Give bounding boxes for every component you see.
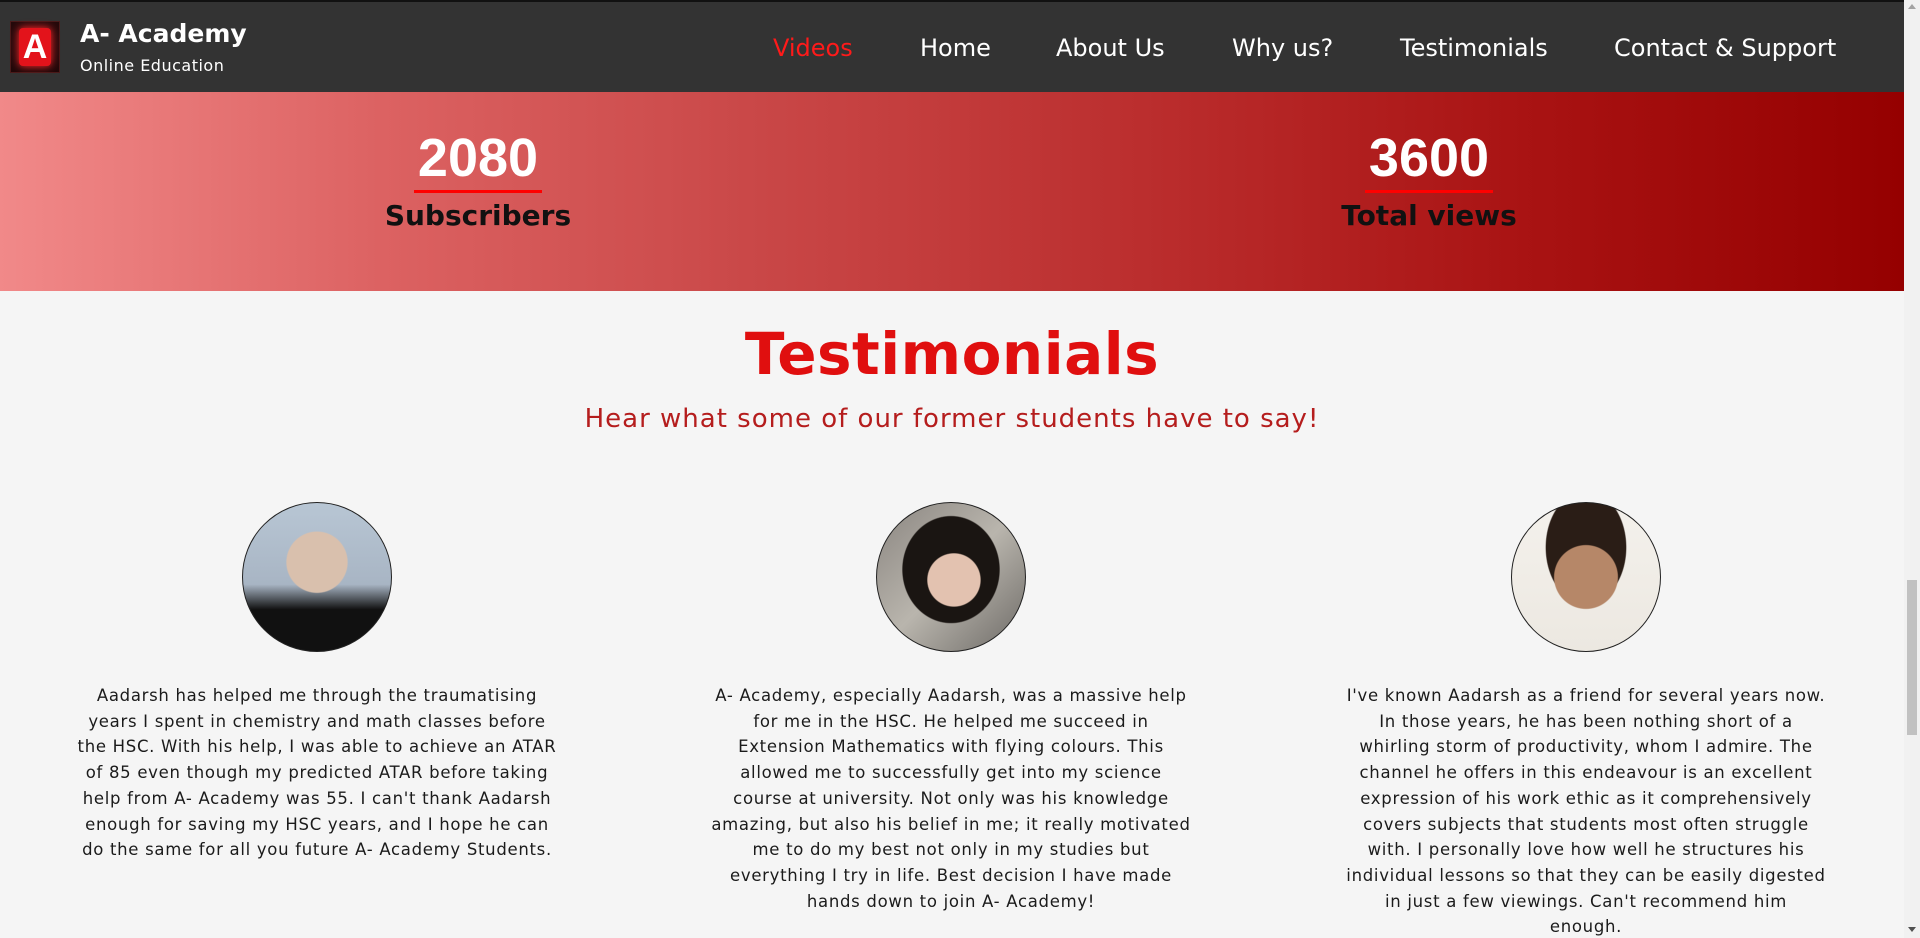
- nav-about-us[interactable]: About Us: [1056, 34, 1165, 62]
- student-avatar-2: [876, 502, 1026, 652]
- testimonial-quote-2: A- Academy, especially Aadarsh, was a ma…: [711, 686, 1191, 911]
- nav-why-us[interactable]: Why us?: [1232, 34, 1333, 62]
- nav-contact-support[interactable]: Contact & Support: [1614, 34, 1836, 62]
- student-avatar-1: [242, 502, 392, 652]
- stat-value: 2080: [417, 128, 539, 188]
- stat-underline: [1365, 190, 1493, 193]
- scroll-thumb[interactable]: [1907, 580, 1917, 735]
- brand-logo[interactable]: A: [10, 21, 60, 73]
- testimonial-quote-1: Aadarsh has helped me through the trauma…: [77, 686, 557, 860]
- nav-home[interactable]: Home: [920, 34, 991, 62]
- stat-label: Total views: [1341, 199, 1517, 232]
- stat-subscribers: 2080 Subscribers: [328, 92, 628, 232]
- stat-underline: [414, 190, 542, 193]
- stat-total-views: 3600 Total views: [1279, 92, 1579, 232]
- brand-title[interactable]: A- Academy: [80, 19, 247, 48]
- logo-badge: A: [19, 28, 51, 66]
- student-avatar-3: [1511, 502, 1661, 652]
- logo-letter: A: [22, 28, 48, 66]
- nav-testimonials[interactable]: Testimonials: [1400, 34, 1548, 62]
- testimonial-quote-3: I've known Aadarsh as a friend for sever…: [1346, 686, 1826, 937]
- stats-banner: 2080 Subscribers 3600 Total views: [0, 92, 1904, 291]
- section-subtitle: Hear what some of our former students ha…: [584, 404, 1320, 434]
- vertical-scrollbar[interactable]: [1904, 0, 1920, 938]
- nav-videos[interactable]: Videos: [773, 34, 853, 62]
- scroll-down-arrow-icon[interactable]: [1908, 927, 1916, 932]
- stat-label: Subscribers: [384, 199, 572, 232]
- brand-subtitle: Online Education: [80, 56, 225, 75]
- scroll-up-arrow-icon[interactable]: [1908, 4, 1916, 9]
- stat-value: 3600: [1368, 128, 1490, 188]
- section-title: Testimonials: [744, 320, 1160, 388]
- navbar: A A- Academy Online Education Videos Hom…: [0, 2, 1904, 92]
